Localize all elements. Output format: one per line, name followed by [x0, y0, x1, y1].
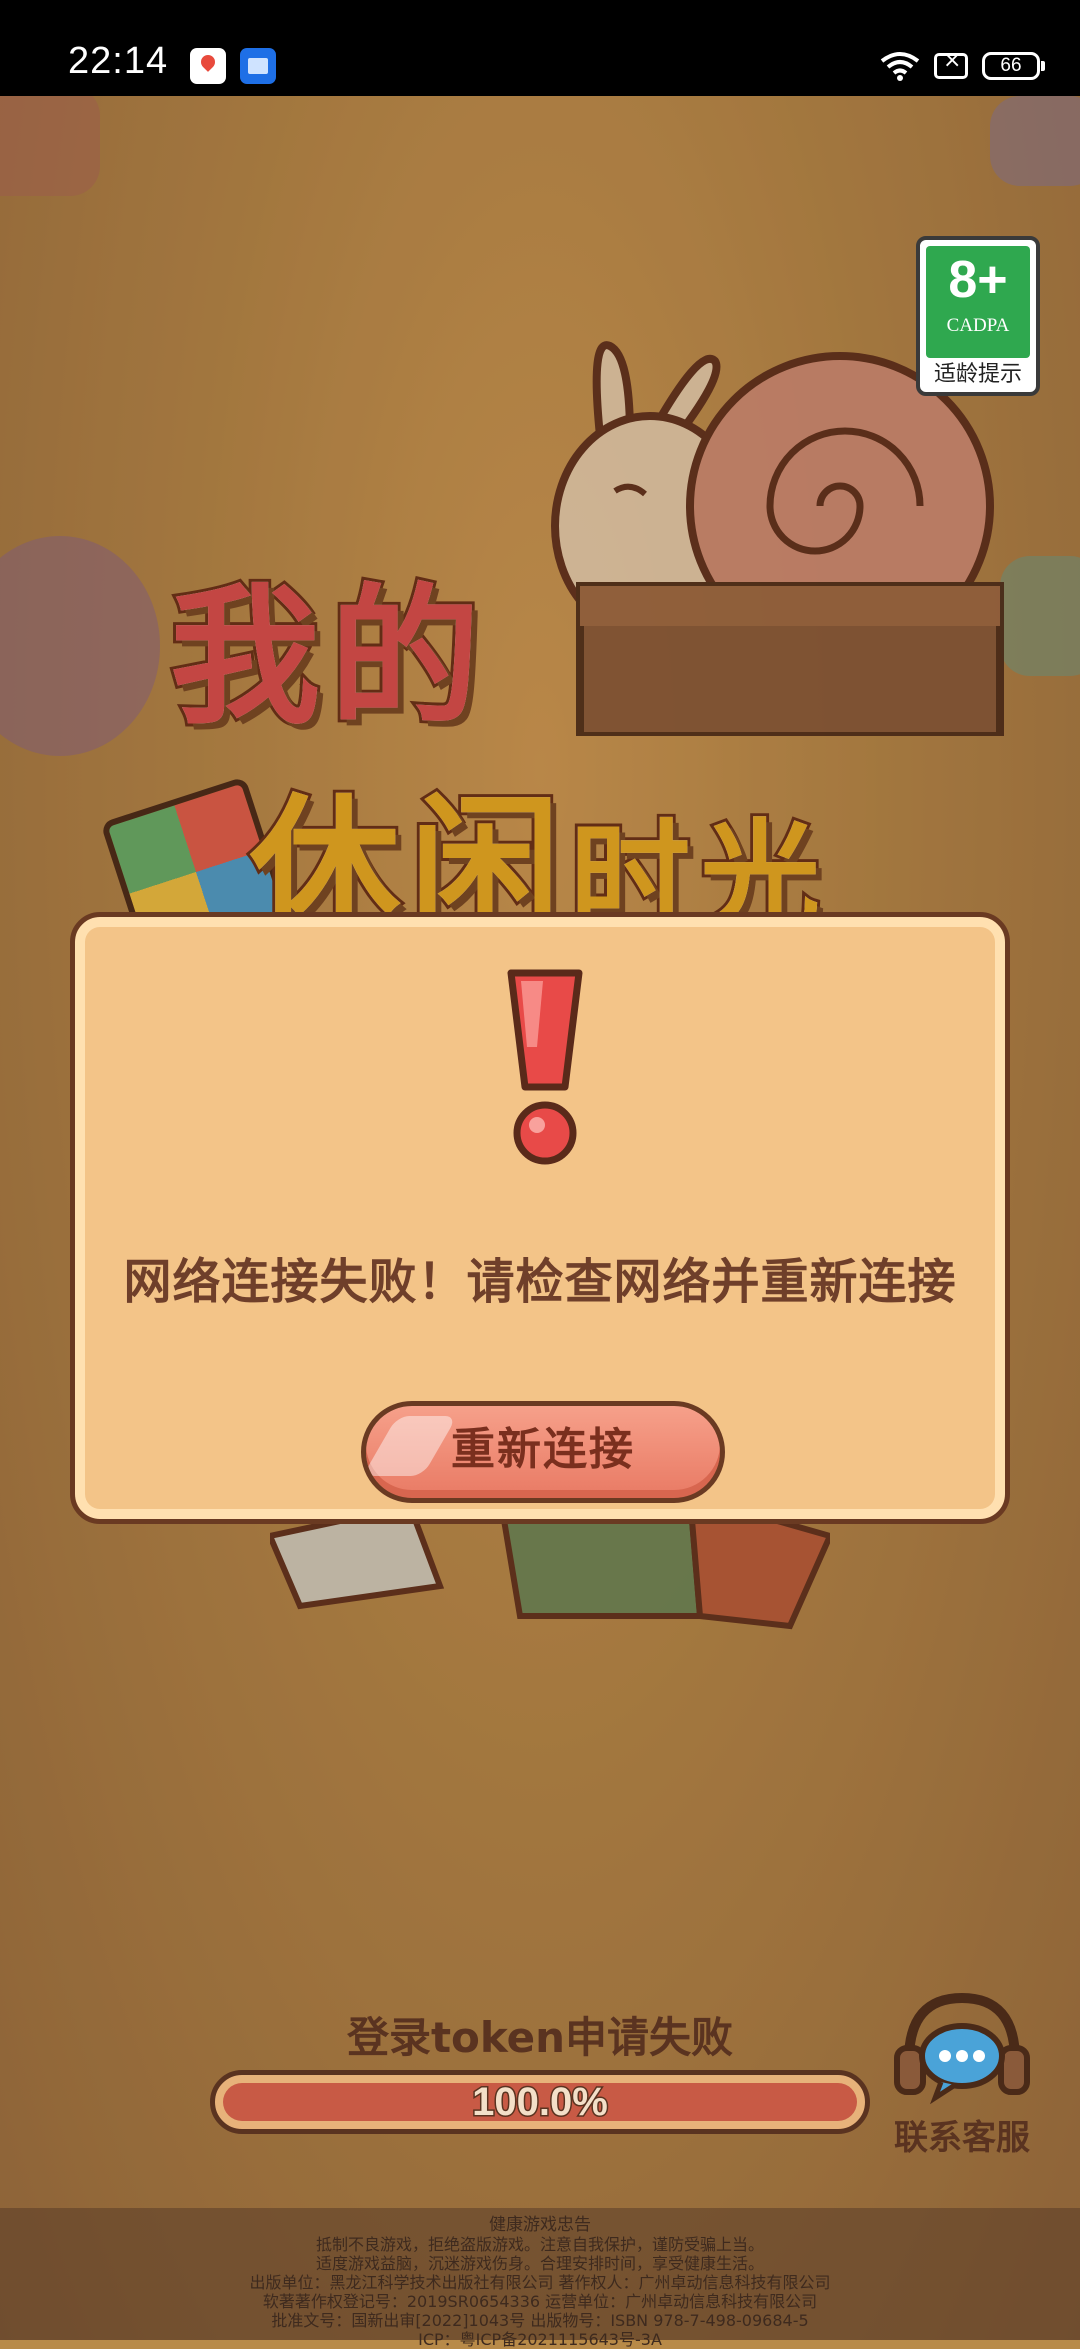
- no-sim-icon: [934, 48, 968, 79]
- files-app-icon: [240, 48, 276, 84]
- reconnect-button[interactable]: 重新连接: [361, 1401, 725, 1503]
- health-notice-footer: 健康游戏忠告 抵制不良游戏，拒绝盗版游戏。注意自我保护，谨防受骗上当。 适度游戏…: [0, 2208, 1080, 2349]
- age-rating-org: CADPA: [946, 315, 1010, 336]
- age-rating-value: 8+: [948, 251, 1008, 309]
- battery-icon: 66: [982, 52, 1045, 80]
- clock: 22:14: [68, 40, 169, 82]
- maps-app-icon: [190, 48, 226, 84]
- health-notice-line: 抵制不良游戏，拒绝盗版游戏。注意自我保护，谨防受骗上当。: [315, 2235, 764, 2254]
- network-error-dialog: 网络连接失败！请检查网络并重新连接 重新连接: [70, 912, 1010, 1524]
- health-notice-title: 健康游戏忠告: [489, 2215, 591, 2235]
- wifi-icon: [880, 52, 920, 81]
- exclamation-icon: [507, 969, 583, 1165]
- age-rating-tip: 适龄提示: [933, 362, 1022, 387]
- loading-progress-bar: 100.0%: [210, 2070, 870, 2134]
- age-rating-badge: 8+ CADPA 适龄提示: [916, 236, 1040, 396]
- progress-percent: 100.0%: [471, 2079, 610, 2126]
- customer-service-label: 联系客服: [894, 2118, 1030, 2158]
- error-message: 网络连接失败！请检查网络并重新连接: [123, 1254, 957, 1310]
- headset-chat-icon: [894, 1992, 1030, 2105]
- customer-service-button[interactable]: 联系客服: [882, 1990, 1042, 2159]
- publisher-info-line: 出版单位：黑龙江科学技术出版社有限公司 著作权人：广州卓动信息科技有限公司: [249, 2273, 831, 2292]
- copyright-info-line: 软著著作权登记号：2019SR0654336 运营单位：广州卓动信息科技有限公司: [262, 2292, 818, 2311]
- age-rating-panel: 8+ CADPA: [926, 246, 1030, 358]
- approval-info-line: 批准文号：国新出审[2022]1043号 出版物号：ISBN 978-7-498…: [271, 2311, 809, 2330]
- status-bar: 22:14 66: [0, 0, 1080, 96]
- health-notice-line: 适度游戏益脑，沉迷游戏伤身。合理安排时间，享受健康生活。: [315, 2254, 764, 2273]
